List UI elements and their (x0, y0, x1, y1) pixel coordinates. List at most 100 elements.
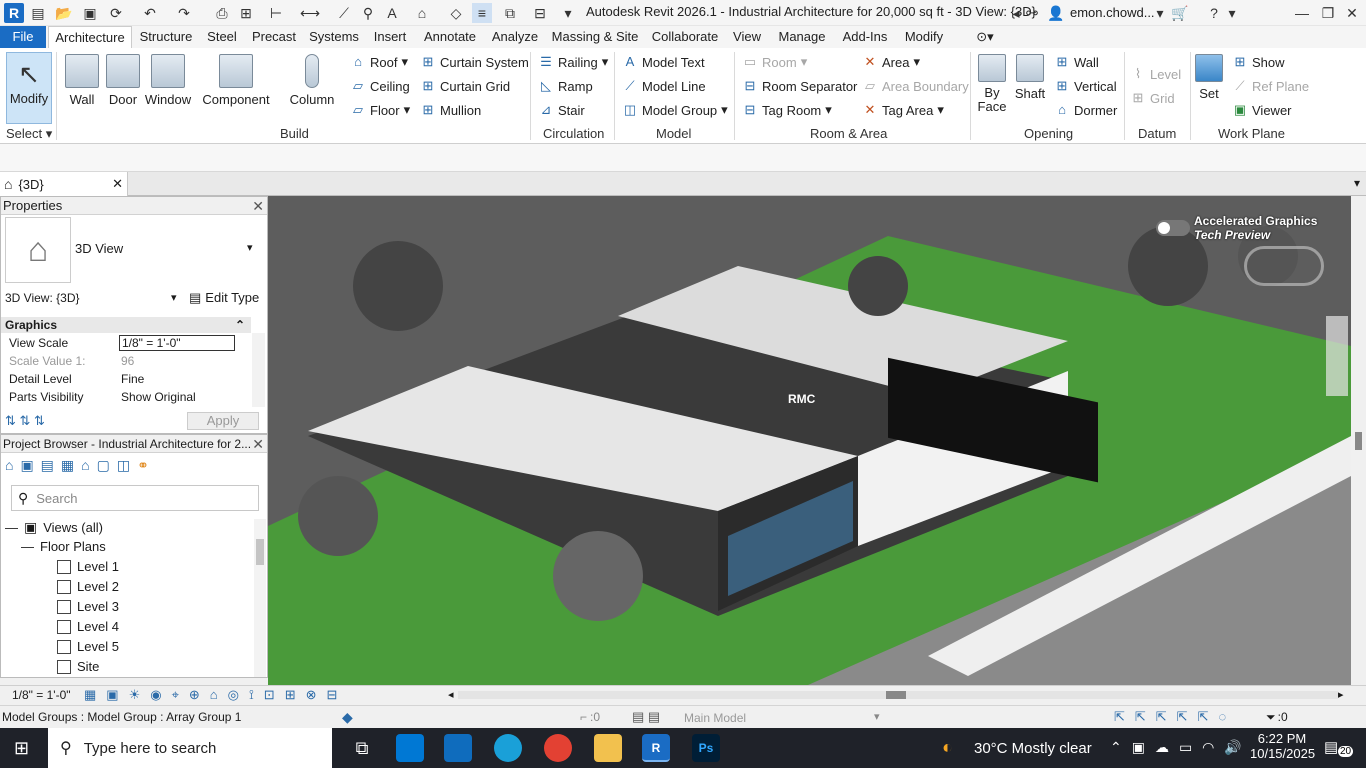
collapse-icon[interactable]: — (21, 539, 34, 554)
windows-start-icon[interactable]: ⊞ (14, 738, 29, 759)
cart-icon[interactable]: 🛒 (1170, 3, 1190, 23)
close-hidden-icon[interactable]: ⧉ (500, 3, 520, 23)
tab-manage[interactable]: Manage (774, 26, 830, 48)
sync-icon[interactable]: ⟳ (106, 3, 126, 23)
model-group-status-icon[interactable]: ◆ (342, 709, 353, 726)
detail-level-value[interactable]: Fine (119, 370, 235, 388)
ref-plane-button[interactable]: ⟋ Ref Plane (1232, 78, 1309, 94)
store-icon[interactable] (396, 734, 424, 762)
ramp-button[interactable]: ◺ Ramp (538, 78, 593, 94)
curtain-system-button[interactable]: ⊞ Curtain System (420, 54, 529, 70)
close-icon[interactable]: ✕ (1342, 3, 1362, 23)
tag-room-button[interactable]: ⊟ Tag Room ▾ (742, 102, 832, 118)
tree-item[interactable]: Site (57, 659, 99, 674)
tab-collaborate[interactable]: Collaborate (648, 26, 722, 48)
model-group-button[interactable]: ◫ Model Group ▾ (622, 102, 728, 118)
by-face-button[interactable]: By Face (974, 54, 1010, 114)
tab-file[interactable]: File (0, 26, 46, 48)
set-button[interactable]: Set (1192, 54, 1226, 101)
tab-view[interactable]: View (728, 26, 766, 48)
user-name[interactable]: emon.chowd... (1070, 5, 1155, 20)
dimension-icon[interactable]: ⟷ (300, 3, 320, 23)
floor-button[interactable]: ▱ Floor ▾ (350, 102, 410, 118)
type-name[interactable]: 3D View (75, 241, 123, 256)
photoshop-icon[interactable]: Ps (692, 734, 720, 762)
room-button[interactable]: ▭ Room ▾ (742, 54, 807, 70)
help-dropdown-icon[interactable]: ▾ (1222, 3, 1242, 23)
parts-visibility-value[interactable]: Show Original (119, 388, 235, 406)
room-separator-button[interactable]: ⊟ Room Separator (742, 78, 858, 94)
graphics-section[interactable]: Graphics ⌃ (1, 317, 251, 333)
properties-scrollbar[interactable] (252, 333, 265, 407)
viewer-button[interactable]: ▣ Viewer (1232, 102, 1292, 118)
measure-icon[interactable]: ⊢ (266, 3, 286, 23)
active-model[interactable]: Main Model (684, 711, 746, 725)
graphics-toggle[interactable] (1156, 220, 1190, 236)
tab-insert[interactable]: Insert (368, 26, 412, 48)
tree-item[interactable]: Level 5 (57, 639, 119, 654)
user-icon[interactable]: 👤 (1046, 3, 1066, 23)
close-properties-icon[interactable]: ✕ (252, 197, 264, 215)
view-control-icons[interactable]: ▦▣☀◉⌖⊕⌂◎⟟⊡⊞⊗⊟ (84, 687, 347, 703)
thin-lines-icon[interactable]: ≡ (472, 3, 492, 23)
area-button[interactable]: ✕ Area ▾ (862, 54, 920, 70)
apply-button[interactable]: Apply (187, 412, 259, 430)
instance-selector[interactable]: 3D View: {3D} (5, 291, 80, 305)
view-tab-3d[interactable]: ⌂ {3D} ✕ (0, 172, 128, 196)
worksets-indicator[interactable]: ⌐:0 (580, 710, 600, 724)
save-icon[interactable]: ▣ (80, 3, 100, 23)
tab-architecture[interactable]: Architecture (48, 26, 132, 48)
outlook-icon[interactable] (444, 734, 472, 762)
3d-viewport[interactable]: Accelerated Graphics Tech Preview RMC (268, 196, 1351, 685)
revit-taskbar-icon[interactable]: R (642, 734, 670, 762)
curtain-grid-button[interactable]: ⊞ Curtain Grid (420, 78, 511, 94)
select-dropdown[interactable]: Select ▾ (6, 126, 52, 142)
notification-icon[interactable]: ▤ (1324, 738, 1338, 756)
restore-icon[interactable]: ❐ (1318, 3, 1338, 23)
door-button[interactable]: Door (104, 54, 142, 107)
stair-button[interactable]: ⊿ Stair (538, 102, 585, 118)
vertical-button[interactable]: ⊞ Vertical (1054, 78, 1117, 94)
tree-root[interactable]: — ▣ Views (all) (5, 519, 103, 536)
grid-button[interactable]: ⊞ Grid (1130, 90, 1175, 106)
tab-modify[interactable]: Modify (900, 26, 948, 48)
user-dropdown-icon[interactable]: ▾ (1150, 3, 1170, 23)
ceiling-button[interactable]: ▱ Ceiling (350, 78, 410, 94)
switch-windows-icon[interactable]: ⊟ (530, 3, 550, 23)
tab-massing-site[interactable]: Massing & Site (548, 26, 642, 48)
text-icon[interactable]: A (382, 3, 402, 23)
taskbar-search[interactable]: ⚲ Type here to search (48, 728, 332, 768)
shaft-button[interactable]: Shaft (1012, 54, 1048, 101)
type-dropdown-icon[interactable]: ▾ (247, 241, 253, 254)
collapse-icon[interactable]: ⌃ (235, 317, 245, 333)
area-boundary-button[interactable]: ▱ Area Boundary (862, 78, 969, 94)
edge-icon[interactable] (494, 734, 522, 762)
roof-button[interactable]: ⌂ Roof ▾ (350, 54, 408, 70)
clock[interactable]: 6:22 PM 10/15/2025 (1250, 731, 1315, 761)
model-dropdown-icon[interactable]: ▾ (874, 710, 880, 723)
minimize-icon[interactable]: — (1292, 3, 1312, 23)
show-button[interactable]: ⊞ Show (1232, 54, 1285, 70)
sheet-icon[interactable]: ⊞ (236, 3, 256, 23)
open-icon[interactable]: 📂 (54, 3, 74, 23)
browser-scrollbar[interactable] (254, 519, 266, 677)
tab-steel[interactable]: Steel (202, 26, 242, 48)
tree-item[interactable]: Level 1 (57, 559, 119, 574)
file-explorer-icon[interactable] (594, 734, 622, 762)
task-view-icon[interactable]: ⧉ (348, 734, 376, 762)
weather-icon[interactable]: ◐ (942, 737, 953, 758)
browser-search[interactable]: ⚲ Search (11, 485, 259, 511)
dormer-button[interactable]: ⌂ Dormer (1054, 102, 1117, 118)
tab-add-ins[interactable]: Add-Ins (836, 26, 894, 48)
section-icon[interactable]: ◇ (446, 3, 466, 23)
column-button[interactable]: Column (286, 54, 338, 107)
viewport-horizontal-scrollbar[interactable] (458, 691, 1338, 699)
scroll-left-icon[interactable]: ◂ (448, 688, 454, 701)
3d-view-icon[interactable]: ⌂ (412, 3, 432, 23)
view-scale-control[interactable]: 1/8" = 1'-0" (12, 688, 71, 702)
navigation-bar[interactable] (1326, 316, 1348, 396)
tab-precast[interactable]: Precast (248, 26, 300, 48)
tree-item[interactable]: Level 4 (57, 619, 119, 634)
close-tab-icon[interactable]: ✕ (112, 176, 123, 192)
tag-icon[interactable]: ⟋ (334, 3, 354, 23)
